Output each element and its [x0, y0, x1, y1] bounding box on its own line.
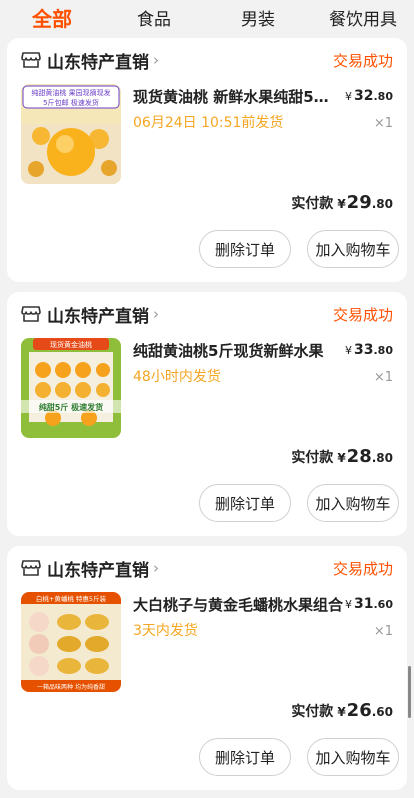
store-icon	[21, 52, 41, 68]
shop-link[interactable]: 山东特产直销 ›	[21, 556, 159, 581]
unit-price: ¥33.80	[345, 342, 393, 358]
add-to-cart-button[interactable]: 加入购物车	[307, 230, 399, 268]
unit-price: ¥32.80	[345, 88, 393, 104]
tab-food[interactable]: 食品	[104, 5, 204, 30]
store-icon	[21, 560, 41, 576]
scrollbar[interactable]	[408, 666, 411, 718]
order-status: 交易成功	[332, 560, 393, 578]
shipping-info: 06月24日 10:51前发货	[133, 115, 284, 131]
thumb-caption: 现货黄金油桃	[50, 340, 92, 349]
unit-price: ¥31.60	[345, 596, 393, 612]
order-status: 交易成功	[332, 52, 393, 70]
tab-menswear[interactable]: 男装	[204, 5, 312, 30]
category-tabs: 全部 食品 男装 餐饮用具	[0, 0, 414, 34]
thumb-caption: 一箱品味两种 均为纯香甜	[37, 683, 105, 691]
shop-name: 山东特产直销	[47, 52, 149, 73]
quantity: ×1	[373, 370, 393, 385]
order-card: 山东特产直销 › 交易成功 纯甜黄油桃 果园现摘现发 5斤包邮 极速发货 现货黄…	[7, 38, 407, 282]
product-thumbnail[interactable]: 白桃+黄蟠桃 特惠5斤装 一箱品味两种 均为纯香甜	[21, 592, 121, 692]
tab-all[interactable]: 全部	[0, 3, 104, 32]
shop-link[interactable]: 山东特产直销 ›	[21, 302, 159, 327]
product-title[interactable]: 现货黄油桃 新鲜水果纯甜5斤装	[133, 86, 343, 107]
shop-link[interactable]: 山东特产直销 ›	[21, 48, 159, 73]
thumb-caption: 纯甜5斤 极速发货	[39, 402, 103, 412]
shipping-info: 48小时内发货	[133, 369, 221, 385]
quantity: ×1	[373, 624, 393, 639]
product-thumbnail[interactable]: 纯甜黄油桃 果园现摘现发 5斤包邮 极速发货	[21, 84, 121, 184]
shop-name: 山东特产直销	[47, 306, 149, 327]
amount-paid: 实付款 ¥29.80	[291, 192, 393, 213]
add-to-cart-button[interactable]: 加入购物车	[307, 738, 399, 776]
store-icon	[21, 306, 41, 322]
quantity: ×1	[373, 116, 393, 131]
order-card: 山东特产直销 › 交易成功 现货黄金油桃 纯甜5斤 极速发货 纯甜黄油桃5斤现货…	[7, 292, 407, 536]
chevron-right-icon: ›	[153, 305, 159, 323]
chevron-right-icon: ›	[153, 559, 159, 577]
tab-tableware[interactable]: 餐饮用具	[312, 5, 414, 30]
delete-order-button[interactable]: 删除订单	[199, 230, 291, 268]
shop-name: 山东特产直销	[47, 560, 149, 581]
order-list: 山东特产直销 › 交易成功 纯甜黄油桃 果园现摘现发 5斤包邮 极速发货 现货黄…	[0, 38, 414, 790]
thumb-caption: 白桃+黄蟠桃 特惠5斤装	[36, 594, 107, 603]
order-status: 交易成功	[332, 306, 393, 324]
delete-order-button[interactable]: 删除订单	[199, 738, 291, 776]
thumb-caption: 纯甜黄油桃 果园现摘现发	[31, 88, 110, 97]
amount-paid: 实付款 ¥26.60	[291, 700, 393, 721]
order-card: 山东特产直销 › 交易成功 白桃+黄蟠桃 特惠5斤装 一箱品味两种 均为纯香甜	[7, 546, 407, 790]
amount-paid: 实付款 ¥28.80	[291, 446, 393, 467]
chevron-right-icon: ›	[153, 51, 159, 69]
product-thumbnail[interactable]: 现货黄金油桃 纯甜5斤 极速发货	[21, 338, 121, 438]
add-to-cart-button[interactable]: 加入购物车	[307, 484, 399, 522]
shipping-info: 3天内发货	[133, 623, 198, 639]
product-title[interactable]: 大白桃子与黄金毛蟠桃水果组合	[133, 594, 343, 615]
delete-order-button[interactable]: 删除订单	[199, 484, 291, 522]
product-title[interactable]: 纯甜黄油桃5斤现货新鲜水果	[133, 340, 343, 361]
thumb-caption: 5斤包邮 极速发货	[43, 98, 99, 107]
